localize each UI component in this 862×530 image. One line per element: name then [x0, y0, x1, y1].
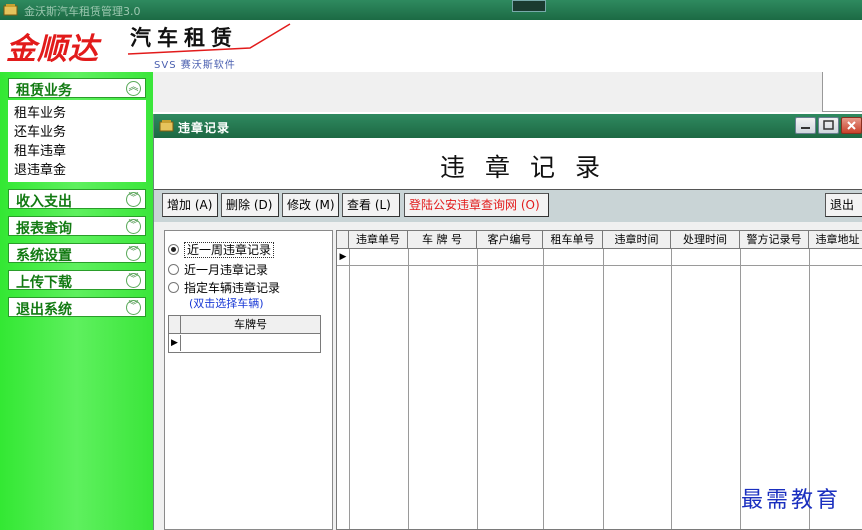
app-title: 金沃斯汽车租赁管理3.0	[24, 5, 141, 18]
plate-grid[interactable]: 车牌号 ▶	[168, 315, 321, 353]
filter-panel: 近一周违章记录 近一月违章记录 指定车辆违章记录 (双击选择车辆) 车牌号 ▶	[164, 230, 333, 530]
plate-grid-header: 车牌号	[169, 316, 320, 334]
grid-line	[349, 249, 350, 529]
top-handle[interactable]	[512, 0, 546, 12]
col-address[interactable]: 违章地址	[809, 231, 862, 249]
chevron-down-icon[interactable]: ︾	[126, 219, 141, 234]
window-controls	[795, 117, 862, 134]
menu-upload[interactable]: 上传下载 ︾	[8, 270, 146, 291]
submenu-violations[interactable]: 租车违章	[14, 140, 66, 159]
logo-subtitle: 汽车租赁	[130, 26, 238, 50]
grid-corner	[169, 316, 181, 334]
menu-settings-label: 系统设置	[16, 248, 72, 264]
maximize-icon[interactable]	[818, 117, 839, 134]
row-pointer-icon: ▶	[169, 335, 181, 351]
window-title: 违章记录	[178, 121, 231, 135]
grid-line	[603, 249, 604, 529]
radio-icon[interactable]	[168, 282, 179, 293]
menu-upload-label: 上传下载	[16, 275, 72, 291]
col-police-record[interactable]: 警方记录号	[740, 231, 809, 249]
grid-line	[543, 249, 544, 529]
menu-income-label: 收入支出	[16, 194, 72, 210]
sidebar: 租赁业务 ︽ 租车业务 还车业务 租车违章 退违章金 收入支出 ︾ 报表查询 ︾…	[0, 72, 153, 530]
col-process-time[interactable]: 处理时间	[671, 231, 740, 249]
menu-settings[interactable]: 系统设置 ︾	[8, 243, 146, 264]
menu-rental-label: 租赁业务	[16, 83, 72, 99]
exit-button[interactable]: 退出	[825, 193, 862, 217]
radio-by-vehicle[interactable]: 指定车辆违章记录	[168, 279, 280, 296]
menu-rental[interactable]: 租赁业务 ︽	[8, 78, 146, 99]
rental-submenu: 租车业务 还车业务 租车违章 退违章金	[8, 100, 146, 182]
radio-last-month[interactable]: 近一月违章记录	[168, 261, 268, 278]
radio-last-week[interactable]: 近一周违章记录	[168, 241, 275, 258]
menu-exit-label: 退出系统	[16, 302, 72, 318]
submenu-rent-car[interactable]: 租车业务	[14, 102, 66, 121]
app-icon	[3, 4, 18, 16]
minimize-icon[interactable]	[795, 117, 816, 134]
chevron-down-icon[interactable]: ︾	[126, 273, 141, 288]
chevron-down-icon[interactable]: ︾	[126, 246, 141, 261]
grid-line	[408, 249, 409, 529]
header-banner: 金顺达 汽车租赁 SVS 赛沃斯软件	[0, 20, 862, 72]
menu-reports[interactable]: 报表查询 ︾	[8, 216, 146, 237]
radio-icon[interactable]	[168, 244, 179, 255]
row-pointer-icon: ▶	[339, 252, 347, 262]
violation-window: 违章记录 违章记录 增加 (A) 删除 (D) 修改 (M) 查看 (L) 登陆…	[153, 114, 862, 530]
plate-column-header: 车牌号	[234, 318, 267, 331]
police-query-button[interactable]: 登陆公安违章查询网 (O)	[404, 193, 549, 217]
col-violation-time[interactable]: 违章时间	[603, 231, 671, 249]
page-heading: 违章记录	[440, 153, 621, 182]
menu-income[interactable]: 收入支出 ︾	[8, 189, 146, 210]
edit-button[interactable]: 修改 (M)	[282, 193, 339, 217]
submenu-refund-deposit[interactable]: 退违章金	[14, 159, 66, 178]
grid-line	[671, 249, 672, 529]
col-customer-no[interactable]: 客户编号	[477, 231, 543, 249]
chevron-up-icon[interactable]: ︽	[126, 81, 141, 96]
radio-last-month-label: 近一月违章记录	[184, 263, 269, 277]
header-strip	[150, 72, 822, 112]
close-icon[interactable]	[841, 117, 862, 134]
grid-row-line	[337, 265, 862, 266]
logo-tagline: SVS 赛沃斯软件	[154, 60, 236, 71]
view-button[interactable]: 查看 (L)	[342, 193, 400, 217]
watermark: 最需教育	[741, 488, 842, 513]
chevron-down-icon[interactable]: ︾	[126, 192, 141, 207]
col-rental-no[interactable]: 租车单号	[543, 231, 603, 249]
logo-brand: 金顺达	[6, 32, 99, 67]
menu-reports-label: 报表查询	[16, 221, 72, 237]
vehicle-hint: (双击选择车辆)	[189, 297, 264, 310]
window-titlebar: 违章记录	[154, 114, 862, 138]
col-plate-no[interactable]: 车 牌 号	[408, 231, 477, 249]
window-icon	[159, 120, 174, 132]
add-button[interactable]: 增加 (A)	[162, 193, 218, 217]
grid-header: 违章单号 车 牌 号 客户编号 租车单号 违章时间 处理时间 警方记录号 违章地…	[337, 231, 862, 249]
app-titlebar: 金沃斯汽车租赁管理3.0	[0, 0, 862, 20]
radio-by-vehicle-label: 指定车辆违章记录	[184, 281, 281, 295]
page-heading-area: 违章记录	[154, 138, 862, 190]
radio-icon[interactable]	[168, 264, 179, 275]
table-row[interactable]: ▶	[169, 335, 320, 351]
toolbar: 增加 (A) 删除 (D) 修改 (M) 查看 (L) 登陆公安违章查询网 (O…	[154, 190, 862, 222]
submenu-return-car[interactable]: 还车业务	[14, 121, 66, 140]
corner-panel	[822, 72, 862, 112]
chevron-down-icon[interactable]: ︾	[126, 300, 141, 315]
radio-last-week-label: 近一周违章记录	[184, 242, 275, 258]
delete-button[interactable]: 删除 (D)	[221, 193, 279, 217]
menu-exit[interactable]: 退出系统 ︾	[8, 297, 146, 318]
col-violation-no[interactable]: 违章单号	[349, 231, 408, 249]
grid-line	[477, 249, 478, 529]
grid-corner	[337, 231, 349, 249]
